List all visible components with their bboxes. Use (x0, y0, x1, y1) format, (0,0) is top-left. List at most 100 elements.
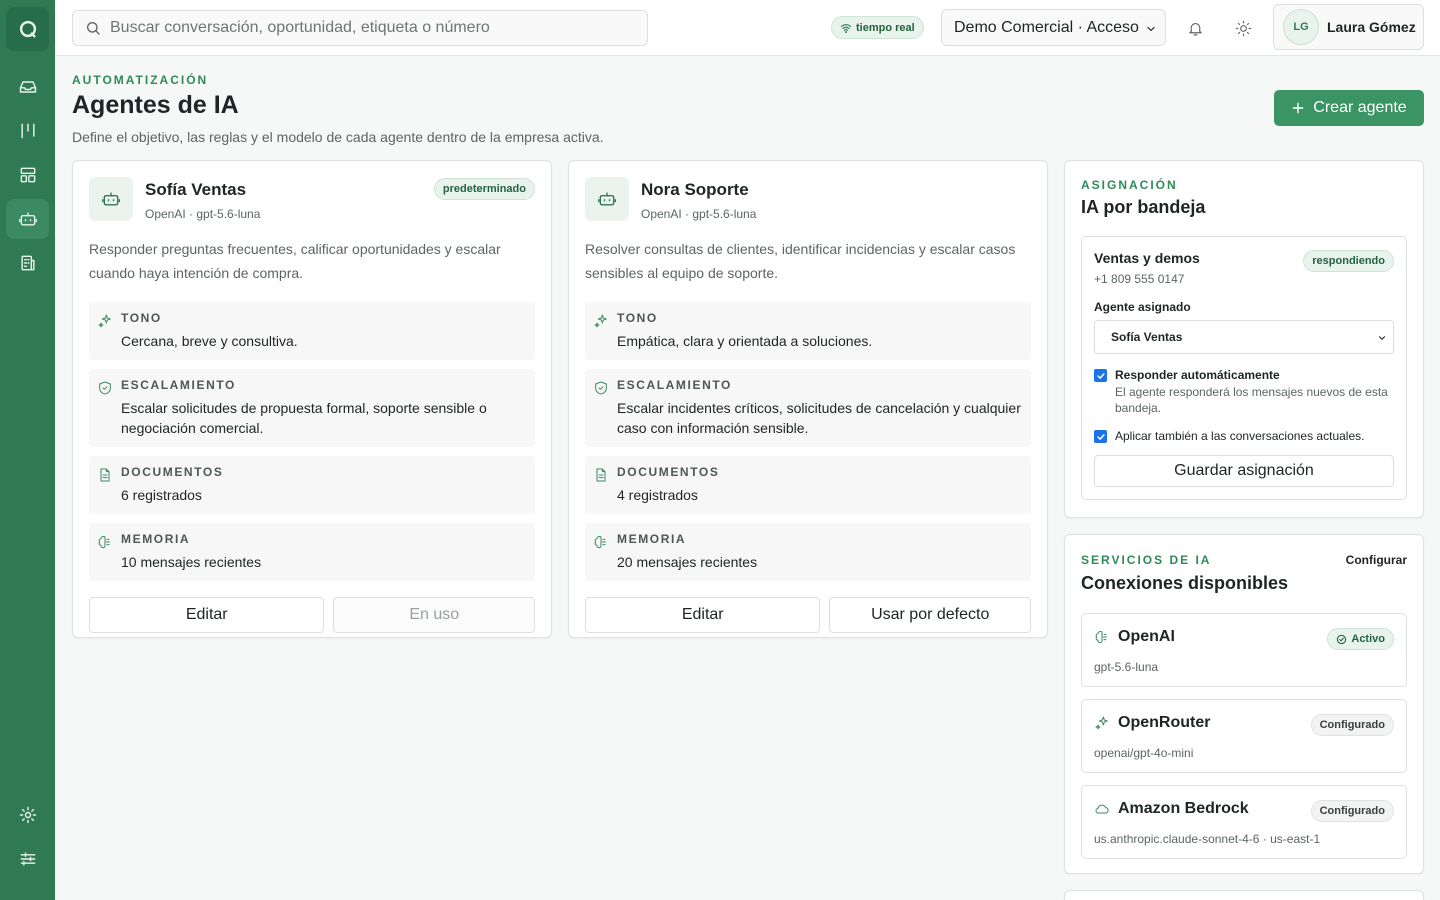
app-logo[interactable] (6, 7, 49, 51)
ai-services-panel: SERVICIOS DE IA Configurar Conexiones di… (1064, 534, 1424, 874)
service-card-openai[interactable]: OpenAI gpt-5.6-luna Activo (1081, 613, 1407, 687)
field-value: Escalar solicitudes de propuesta formal,… (121, 400, 487, 436)
company-selector[interactable]: Demo Comercial · Acceso (941, 9, 1166, 46)
avatar: LG (1283, 9, 1319, 45)
apply-existing-checkbox[interactable] (1094, 430, 1107, 443)
inbox-phone: +1 809 555 0147 (1094, 272, 1185, 286)
agent-field-tone: TONO Empática, clara y orientada a soluc… (585, 302, 1031, 360)
page-header: AUTOMATIZACIÓN Agentes de IA Define el o… (72, 73, 604, 145)
field-label: TONO (617, 311, 658, 325)
page-eyebrow: AUTOMATIZACIÓN (72, 73, 209, 87)
bot-icon (18, 212, 37, 226)
sliders-icon (20, 852, 35, 866)
agent-field-documents: DOCUMENTOS 4 registrados (585, 456, 1031, 514)
assigned-agent-value: Sofía Ventas (1111, 330, 1183, 344)
inbox-assignment-panel: ASIGNACIÓN IA por bandeja Ventas y demos… (1064, 160, 1424, 518)
search-icon (87, 22, 100, 35)
agent-description: Resolver consultas de clientes, identifi… (585, 241, 1016, 281)
service-card-bedrock[interactable]: Amazon Bedrock us.anthropic.claude-sonne… (1081, 785, 1407, 859)
field-value: Escalar incidentes críticos, solicitudes… (617, 400, 1021, 436)
create-agent-label: Crear agente (1313, 99, 1407, 116)
service-card-openrouter[interactable]: OpenRouter openai/gpt-4o-mini Configurad… (1081, 699, 1407, 773)
agent-field-documents: DOCUMENTOS 6 registrados (89, 456, 535, 514)
checkmark-icon (1096, 433, 1105, 440)
configure-button[interactable]: Configurar (1346, 553, 1407, 567)
layout-icon (20, 167, 35, 183)
brain-icon (98, 535, 111, 549)
sun-icon (1235, 20, 1251, 36)
apply-existing-option: Aplicar también a las conversaciones act… (1094, 429, 1394, 443)
shield-icon (595, 381, 607, 395)
field-label: MEMORIA (121, 532, 191, 546)
openai-icon (1095, 630, 1108, 644)
search-bar[interactable] (72, 10, 648, 46)
sidebar-item-inbox[interactable] (6, 67, 49, 107)
wifi-icon (840, 23, 852, 33)
save-assignment-button[interactable]: Guardar asignación (1094, 455, 1394, 487)
document-icon (100, 468, 110, 482)
user-menu[interactable]: LG Laura Gómez (1273, 4, 1424, 50)
theme-toggle-button[interactable] (1229, 14, 1257, 42)
sparkle-icon (98, 314, 111, 328)
agent-avatar (585, 177, 629, 221)
agent-card: Nora Soporte OpenAI · gpt-5.6-luna Resol… (568, 160, 1048, 638)
auto-reply-option: Responder automáticamente El agente resp… (1094, 368, 1394, 416)
agent-model: OpenAI · gpt-5.6-luna (145, 207, 261, 221)
checkmark-icon (1096, 372, 1105, 379)
agent-name: Sofía Ventas (145, 180, 247, 199)
status-badge: Activo (1327, 628, 1394, 650)
notifications-button[interactable] (1181, 14, 1209, 42)
pipeline-icon (20, 123, 35, 139)
status-badge-label: Activo (1351, 633, 1385, 645)
sidebar-item-layout[interactable] (6, 155, 49, 195)
apply-existing-label: Aplicar también a las conversaciones act… (1115, 429, 1365, 443)
field-value: 10 mensajes recientes (121, 554, 262, 570)
status-badge: Configurado (1310, 800, 1394, 822)
field-value: 6 registrados (121, 487, 202, 503)
realtime-indicator: tiempo real (831, 16, 924, 39)
check-circle-icon (1337, 634, 1347, 644)
set-default-button[interactable]: Usar por defecto (829, 597, 1031, 633)
document-icon (596, 468, 606, 482)
search-input[interactable] (110, 19, 630, 37)
realtime-label: tiempo real (856, 21, 915, 34)
auto-reply-help: El agente responderá los mensajes nuevos… (1115, 385, 1388, 415)
auto-reply-checkbox[interactable] (1094, 369, 1107, 382)
field-value: Empática, clara y orientada a soluciones… (617, 333, 873, 349)
agent-description: Responder preguntas frecuentes, califica… (89, 241, 501, 281)
chevron-down-icon (1147, 26, 1155, 32)
status-badge: respondiendo (1303, 250, 1394, 272)
agent-field-memory: MEMORIA 20 mensajes recientes (585, 523, 1031, 581)
sidebar-item-pipeline[interactable] (6, 111, 49, 151)
user-name: Laura Gómez (1327, 19, 1416, 35)
default-badge: predeterminado (433, 178, 535, 200)
auto-reply-title: Responder automáticamente (1115, 368, 1280, 382)
bell-icon (1188, 22, 1202, 35)
edit-agent-button[interactable]: Editar (585, 597, 821, 633)
agent-avatar (89, 177, 133, 221)
sidebar-item-preferences[interactable] (6, 839, 49, 879)
panel-eyebrow: SERVICIOS DE IA (1081, 552, 1212, 567)
cloud-icon (1095, 804, 1109, 814)
field-label: TONO (121, 311, 162, 325)
sidebar-item-companies[interactable] (6, 243, 49, 283)
inbox-icon (19, 81, 36, 93)
create-agent-button[interactable]: Crear agente (1274, 90, 1424, 126)
edit-agent-button[interactable]: Editar (89, 597, 325, 633)
service-model: gpt-5.6-luna (1094, 660, 1159, 674)
sidebar-item-ai-agents[interactable] (6, 199, 49, 239)
panel-title: IA por bandeja (1081, 197, 1206, 217)
page-title: Agentes de IA (72, 91, 239, 119)
field-value: 4 registrados (617, 487, 698, 503)
gear-icon (19, 806, 36, 824)
panel-title: Conexiones disponibles (1081, 573, 1289, 593)
page-subtitle: Define el objetivo, las reglas y el mode… (72, 129, 604, 145)
agent-field-escalation: ESCALAMIENTO Escalar solicitudes de prop… (89, 369, 535, 447)
logo-icon (19, 20, 36, 38)
sidebar (0, 0, 55, 900)
assigned-agent-select[interactable]: Sofía Ventas (1094, 320, 1394, 354)
agent-model: OpenAI · gpt-5.6-luna (641, 207, 757, 221)
top-bar: tiempo real Demo Comercial · Acceso LG L… (55, 0, 1440, 56)
agent-card: Sofía Ventas OpenAI · gpt-5.6-luna prede… (72, 160, 552, 638)
sidebar-item-settings[interactable] (6, 795, 49, 835)
